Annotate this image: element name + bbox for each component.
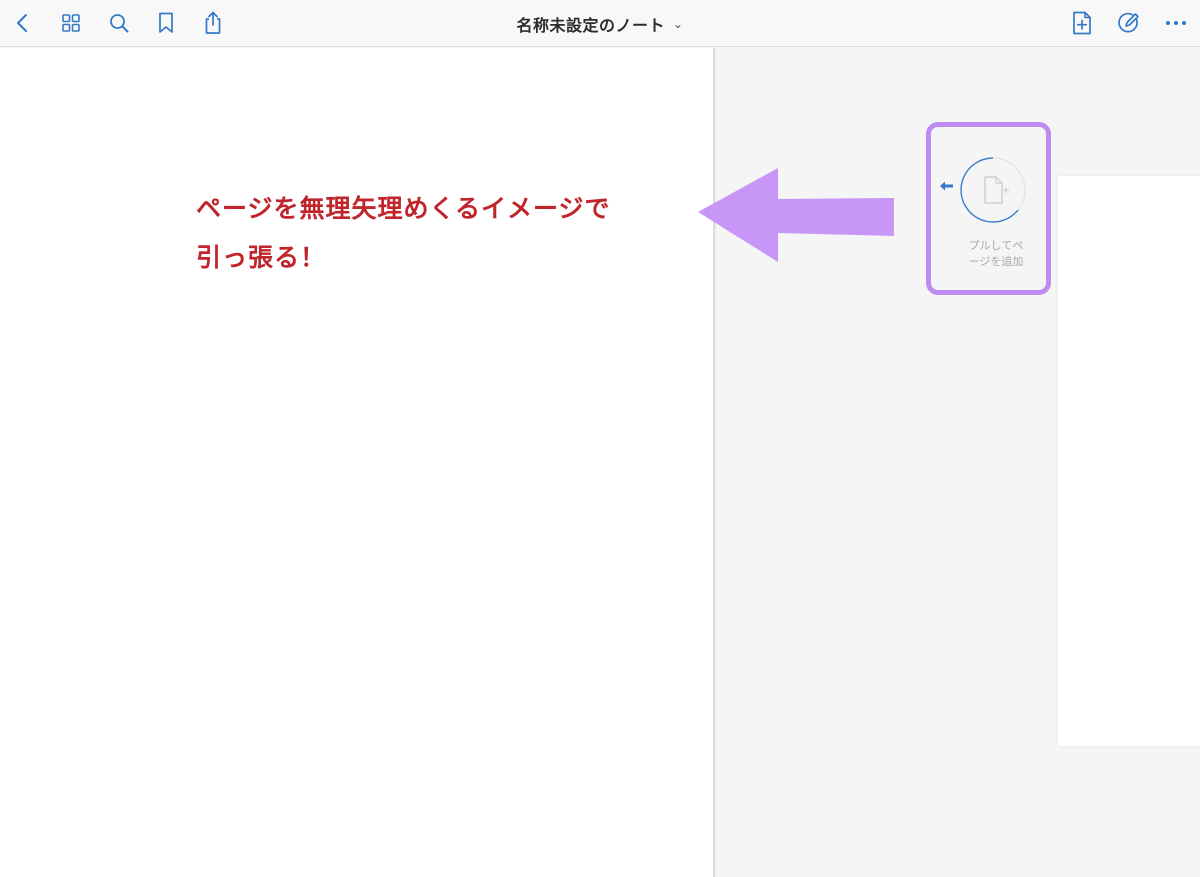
pen-icon bbox=[1118, 12, 1139, 33]
pull-label-line-1: プルしてペ bbox=[968, 239, 1024, 252]
current-page[interactable] bbox=[0, 48, 713, 877]
thumbnails-button[interactable] bbox=[56, 8, 86, 38]
search-icon bbox=[110, 14, 129, 33]
pull-to-add-label: プルしてペ ージを追加 bbox=[952, 238, 1040, 270]
pull-label-line-2: ージを追加 bbox=[968, 255, 1024, 268]
add-page-progress-icon bbox=[960, 157, 1026, 223]
back-chevron-icon bbox=[17, 14, 27, 32]
share-icon bbox=[205, 11, 221, 34]
add-page-button[interactable] bbox=[1067, 8, 1097, 38]
grid-icon bbox=[62, 14, 80, 32]
arrow-left-icon bbox=[940, 181, 953, 191]
back-button[interactable] bbox=[8, 8, 38, 38]
annotation-text: ページを無理矢理めくるイメージで 引っ張る！ bbox=[196, 184, 611, 282]
bookmark-icon bbox=[159, 12, 173, 33]
annotation-line-2: 引っ張る！ bbox=[196, 243, 327, 272]
toolbar: 名称未設定のノート ⌄ bbox=[0, 0, 1200, 47]
add-page-icon bbox=[1073, 11, 1091, 35]
more-button[interactable] bbox=[1161, 8, 1191, 38]
more-icon bbox=[1166, 21, 1186, 25]
bookmark-button[interactable] bbox=[151, 8, 181, 38]
chevron-down-icon: ⌄ bbox=[672, 16, 684, 31]
share-button[interactable] bbox=[198, 8, 228, 38]
annotation-arrow-icon bbox=[698, 168, 894, 262]
note-title: 名称未設定のノート bbox=[516, 15, 665, 35]
annotation-line-1: ページを無理矢理めくるイメージで bbox=[196, 194, 611, 223]
next-page-preview bbox=[1058, 176, 1200, 746]
search-button[interactable] bbox=[104, 8, 134, 38]
pen-tool-button[interactable] bbox=[1114, 8, 1144, 38]
note-title-dropdown[interactable]: 名称未設定のノート ⌄ bbox=[516, 12, 683, 36]
